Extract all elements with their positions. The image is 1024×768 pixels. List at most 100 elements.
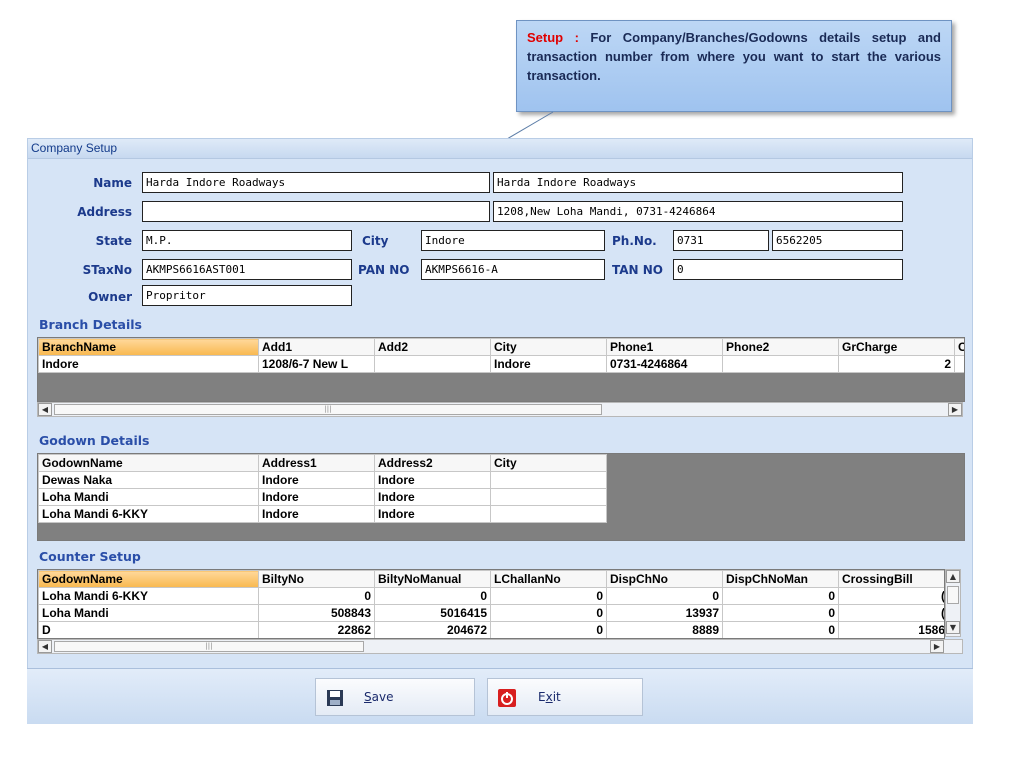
table-row[interactable]: Loha Mandi 6-KKY 0 0 0 0 0(: [38, 587, 944, 605]
table-row[interactable]: Loha Mandi Indore Indore: [38, 488, 607, 506]
table-row[interactable]: Loha Mandi 6-KKY Indore Indore: [38, 505, 607, 523]
table-cell[interactable]: 8889: [606, 621, 723, 638]
table-cell[interactable]: 1586: [838, 621, 944, 638]
counter-col-header[interactable]: DispChNo: [606, 570, 723, 588]
table-cell[interactable]: Indore: [258, 488, 375, 506]
branch-col-header[interactable]: Add1: [258, 338, 375, 356]
scroll-right-icon[interactable]: ▶: [948, 403, 962, 416]
staxno-field[interactable]: AKMPS6616AST001: [142, 259, 352, 280]
table-row[interactable]: Indore 1208/6-7 New L Indore 0731-4246864 2: [38, 355, 964, 373]
vscroll-thumb[interactable]: [947, 586, 959, 604]
table-cell[interactable]: 0: [722, 587, 839, 605]
table-cell[interactable]: 22862: [258, 621, 375, 638]
table-cell[interactable]: Indore: [374, 471, 491, 489]
table-cell[interactable]: 204672: [374, 621, 491, 638]
branch-col-header[interactable]: BranchName: [38, 338, 259, 356]
counter-col-header[interactable]: CrossingBill: [838, 570, 944, 588]
table-cell[interactable]: [374, 355, 491, 373]
table-cell[interactable]: Indore: [38, 355, 259, 373]
table-row[interactable]: Loha Mandi 508843 5016415 0 13937 0(: [38, 604, 944, 622]
address-field-2[interactable]: 1208,New Loha Mandi, 0731-4246864: [493, 201, 903, 222]
table-cell[interactable]: Loha Mandi: [38, 488, 259, 506]
table-cell[interactable]: [722, 355, 839, 373]
table-cell[interactable]: Dewas Naka: [38, 471, 259, 489]
table-cell[interactable]: Loha Mandi: [38, 604, 259, 622]
branch-col-header[interactable]: City: [490, 338, 607, 356]
table-cell[interactable]: 0: [606, 587, 723, 605]
godown-col-header[interactable]: City: [490, 454, 607, 472]
godown-col-header[interactable]: Address1: [258, 454, 375, 472]
godown-col-header[interactable]: GodownName: [38, 454, 259, 472]
godown-header-row: GodownName Address1 Address2 City: [38, 454, 607, 472]
address-field[interactable]: [142, 201, 490, 222]
exit-button[interactable]: Exit: [487, 678, 643, 716]
table-cell[interactable]: 0: [490, 604, 607, 622]
counter-col-header[interactable]: GodownName: [38, 570, 259, 588]
scroll-down-icon[interactable]: ▼: [946, 621, 960, 634]
counter-col-header[interactable]: DispChNoMan: [722, 570, 839, 588]
branch-col-header[interactable]: Add2: [374, 338, 491, 356]
table-cell[interactable]: [490, 488, 607, 506]
table-cell[interactable]: 0: [490, 621, 607, 638]
table-cell[interactable]: (: [838, 587, 944, 605]
table-cell[interactable]: 0: [722, 621, 839, 638]
scroll-left-icon[interactable]: ◀: [38, 640, 52, 653]
counter-col-header[interactable]: BiltyNoManual: [374, 570, 491, 588]
table-cell[interactable]: 5016415: [374, 604, 491, 622]
table-cell[interactable]: Indore: [258, 505, 375, 523]
branch-col-header[interactable]: Phone2: [722, 338, 839, 356]
tan-field[interactable]: 0: [673, 259, 903, 280]
pan-field[interactable]: AKMPS6616-A: [421, 259, 605, 280]
counter-col-header[interactable]: BiltyNo: [258, 570, 375, 588]
scroll-up-icon[interactable]: ▲: [946, 570, 960, 583]
state-field[interactable]: M.P.: [142, 230, 352, 251]
table-cell[interactable]: Indore: [490, 355, 607, 373]
city-field[interactable]: Indore: [421, 230, 605, 251]
branch-hscrollbar[interactable]: ◀ ||| ▶: [37, 402, 963, 417]
table-row[interactable]: Dewas Naka Indore Indore: [38, 471, 607, 489]
table-cell[interactable]: Loha Mandi 6-KKY: [38, 505, 259, 523]
counter-hscrollbar[interactable]: ◀ ||| ▶: [37, 639, 963, 654]
branch-col-header[interactable]: GrCharge: [838, 338, 955, 356]
owner-label: Owner: [88, 290, 132, 304]
counter-col-header[interactable]: LChallanNo: [490, 570, 607, 588]
phone-field-1[interactable]: 0731: [673, 230, 769, 251]
save-button[interactable]: Save: [315, 678, 475, 716]
state-label: State: [95, 234, 132, 248]
godown-col-header[interactable]: Address2: [374, 454, 491, 472]
table-cell[interactable]: [490, 471, 607, 489]
table-cell[interactable]: 2: [838, 355, 955, 373]
phone-field-2[interactable]: 6562205: [772, 230, 903, 251]
table-row[interactable]: D 22862 204672 0 8889 0 1586: [38, 621, 944, 638]
owner-field[interactable]: Propritor: [142, 285, 352, 306]
table-cell[interactable]: (: [838, 604, 944, 622]
branch-col-header[interactable]: Phone1: [606, 338, 723, 356]
table-cell[interactable]: 1208/6-7 New L: [258, 355, 375, 373]
scroll-right-icon[interactable]: ▶: [930, 640, 944, 653]
table-cell[interactable]: 0: [374, 587, 491, 605]
table-cell[interactable]: Indore: [374, 488, 491, 506]
table-cell[interactable]: 508843: [258, 604, 375, 622]
scroll-thumb[interactable]: |||: [54, 641, 364, 652]
table-cell[interactable]: Indore: [258, 471, 375, 489]
branch-col-header[interactable]: C: [954, 338, 964, 356]
table-cell[interactable]: 0: [258, 587, 375, 605]
name-field-2[interactable]: Harda Indore Roadways: [493, 172, 903, 193]
scroll-thumb[interactable]: |||: [54, 404, 602, 415]
counter-body: Loha Mandi 6-KKY 0 0 0 0 0(Loha Mandi 508843 50…: [38, 587, 944, 638]
table-cell[interactable]: 0: [722, 604, 839, 622]
table-cell[interactable]: 13937: [606, 604, 723, 622]
table-cell[interactable]: Indore: [374, 505, 491, 523]
table-cell[interactable]: Loha Mandi 6-KKY: [38, 587, 259, 605]
table-cell[interactable]: 0: [490, 587, 607, 605]
floppy-disk-icon: [327, 690, 343, 706]
name-field[interactable]: Harda Indore Roadways: [142, 172, 490, 193]
panel-title: Company Setup: [28, 139, 972, 159]
counter-vscrollbar[interactable]: ▲ ▼: [945, 569, 961, 637]
scroll-left-icon[interactable]: ◀: [38, 403, 52, 416]
table-cell[interactable]: D: [38, 621, 259, 638]
table-cell[interactable]: 0731-4246864: [606, 355, 723, 373]
table-cell[interactable]: [954, 355, 964, 373]
table-cell[interactable]: [490, 505, 607, 523]
tan-label: TAN NO: [612, 263, 664, 277]
